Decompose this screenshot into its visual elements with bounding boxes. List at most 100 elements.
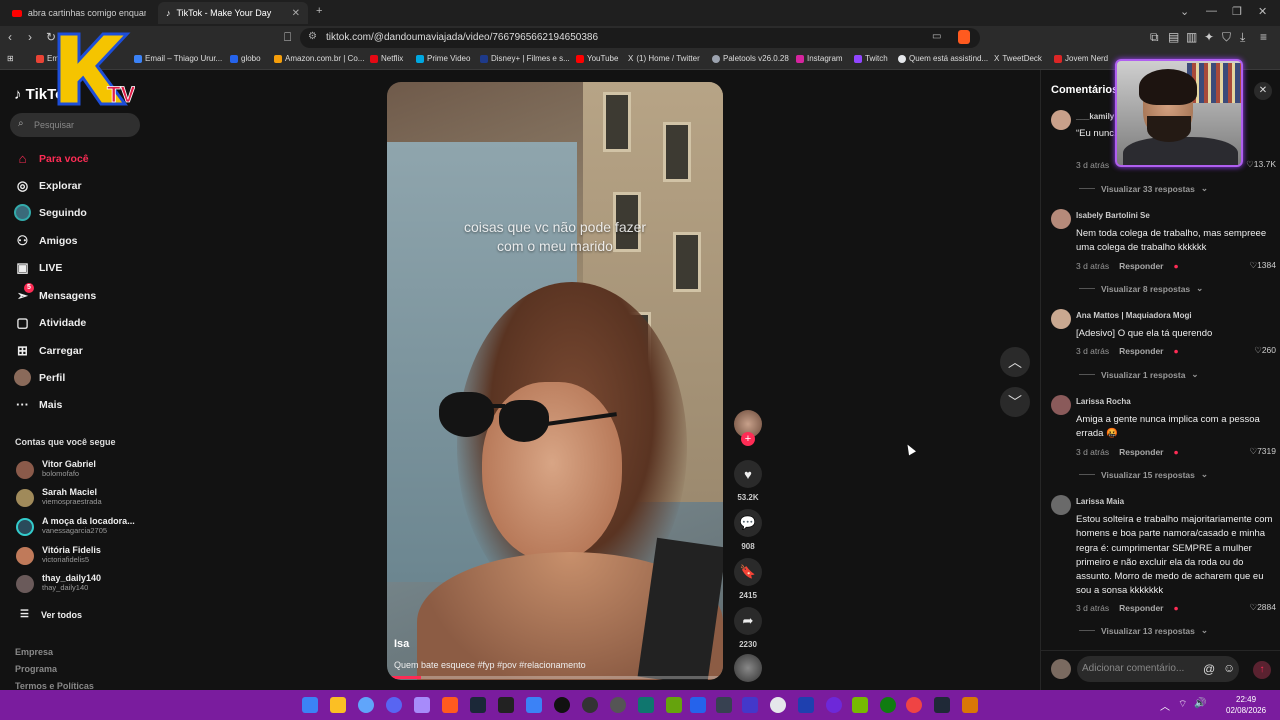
- close-comments-button[interactable]: ✕: [1254, 82, 1272, 100]
- tab-search-icon[interactable]: ⌄: [1180, 5, 1189, 18]
- reply-button[interactable]: Responder: [1119, 346, 1163, 356]
- following-account[interactable]: Sarah Maciel viemospraestrada: [16, 487, 102, 507]
- browser-tab-tiktok[interactable]: ♪ TikTok - Make Your Day ✕: [158, 2, 308, 24]
- avatar[interactable]: [1051, 309, 1071, 329]
- comment-like-button[interactable]: ♡13.7K: [1246, 159, 1276, 170]
- following-account[interactable]: thay_daily140 thay_daily140: [16, 573, 101, 593]
- address-bar[interactable]: ⚙ tiktok.com/@dandoumaviajada/video/7667…: [300, 28, 980, 48]
- discord-icon[interactable]: [386, 697, 402, 713]
- view-replies-button[interactable]: Visualizar 1 resposta ⌄: [1079, 369, 1199, 380]
- bookmark-twitter[interactable]: X (1) Home / Twitter: [628, 54, 700, 63]
- avatar[interactable]: [1051, 110, 1071, 130]
- nav-activity[interactable]: ▢ Atividade: [14, 314, 86, 331]
- nav-profile[interactable]: Perfil: [14, 369, 65, 386]
- wallet-icon[interactable]: ▥: [1186, 30, 1197, 44]
- app-icon[interactable]: [358, 697, 374, 713]
- following-account[interactable]: Vitor Gabriel bolomofafo: [16, 459, 96, 479]
- app-icon[interactable]: [742, 697, 758, 713]
- follow-button[interactable]: +: [741, 432, 755, 446]
- bookmark-amazon[interactable]: Amazon.com.br | Co...: [274, 54, 364, 63]
- following-account[interactable]: Vitória Fidelis victoriafidelis5: [16, 545, 101, 565]
- back-icon[interactable]: ‹: [8, 30, 12, 44]
- brave-icon[interactable]: [442, 697, 458, 713]
- app-icon[interactable]: [690, 697, 706, 713]
- app-icon[interactable]: [610, 697, 626, 713]
- avatar[interactable]: [1051, 395, 1071, 415]
- new-tab-button[interactable]: +: [316, 5, 322, 17]
- reply-button[interactable]: Responder: [1119, 447, 1163, 457]
- app-icon[interactable]: [638, 697, 654, 713]
- following-account[interactable]: A moça da locadora... vanessagarcia2705: [16, 516, 135, 536]
- sidebar-toggle-icon[interactable]: ▤: [1168, 30, 1179, 44]
- minimize-button[interactable]: —: [1206, 5, 1217, 17]
- close-window-button[interactable]: ✕: [1258, 5, 1267, 18]
- comment-username[interactable]: Larissa Rocha: [1076, 397, 1131, 406]
- search-input[interactable]: ⌕ Pesquisar: [10, 113, 140, 137]
- volume-icon[interactable]: 🔊: [1194, 698, 1206, 709]
- brave-shield-icon[interactable]: [958, 30, 970, 44]
- maximize-button[interactable]: ❐: [1232, 5, 1242, 18]
- steam-icon[interactable]: [470, 697, 486, 713]
- apps-icon[interactable]: ⊞: [7, 54, 14, 63]
- next-video-button[interactable]: ﹀: [1000, 387, 1030, 417]
- share-button[interactable]: ➦ 2230: [734, 607, 762, 649]
- taskbar-clock[interactable]: 22:49 02/08/2026: [1226, 694, 1266, 716]
- wifi-icon[interactable]: ⌔: [1178, 698, 1187, 711]
- footer-link-program[interactable]: Programa: [15, 664, 57, 674]
- bookmark-netflix[interactable]: Netflix: [370, 54, 403, 63]
- view-replies-button[interactable]: Visualizar 15 respostas ⌄: [1079, 469, 1208, 480]
- video-player[interactable]: coisas que vc não pode fazer com o meu m…: [387, 82, 723, 680]
- app-icon[interactable]: [498, 697, 514, 713]
- bookmark-jovem-nerd[interactable]: Jovem Nerd: [1054, 54, 1108, 63]
- app-icon[interactable]: [716, 697, 732, 713]
- bookmark-twitch[interactable]: Twitch: [854, 54, 888, 63]
- leo-icon[interactable]: ✦: [1204, 30, 1214, 44]
- see-all-link[interactable]: ☰ Ver todos: [16, 606, 82, 623]
- nav-upload[interactable]: ⊞ Carregar: [14, 342, 83, 359]
- tray-arrow-icon[interactable]: ︿: [1160, 698, 1170, 713]
- browser-tab-youtube[interactable]: abra cartinhas comigo enquanto con: [4, 2, 154, 24]
- mention-icon[interactable]: @: [1203, 662, 1215, 676]
- view-replies-button[interactable]: Visualizar 13 respostas ⌄: [1079, 625, 1208, 636]
- bookmark-youtube[interactable]: YouTube: [576, 54, 618, 63]
- bookmark-globo[interactable]: globo: [230, 54, 261, 63]
- app-icon[interactable]: [826, 697, 842, 713]
- app-icon[interactable]: [770, 697, 786, 713]
- comment-like-button[interactable]: ♡2884: [1249, 602, 1276, 613]
- reply-button[interactable]: Responder: [1119, 261, 1163, 271]
- bookmark-prime-video[interactable]: Prime Video: [416, 54, 470, 63]
- nvidia-icon[interactable]: [852, 697, 868, 713]
- emoji-icon[interactable]: ☺: [1223, 661, 1235, 675]
- app-icon[interactable]: [414, 697, 430, 713]
- nav-more[interactable]: ··· Mais: [14, 396, 62, 413]
- comment-username[interactable]: Larissa Maia: [1076, 497, 1124, 506]
- comment-like-button[interactable]: ♡1384: [1249, 260, 1276, 271]
- comment-username[interactable]: Ana Mattos | Maquiadora Mogi: [1076, 311, 1192, 320]
- extensions-icon[interactable]: ⧉: [1150, 30, 1159, 45]
- vpn-icon[interactable]: ⛉: [1222, 30, 1231, 45]
- nav-friends[interactable]: ⚇ Amigos: [14, 232, 78, 249]
- app-icon[interactable]: [526, 697, 542, 713]
- previous-video-button[interactable]: ︿: [1000, 347, 1030, 377]
- footer-link-company[interactable]: Empresa: [15, 647, 53, 657]
- like-button[interactable]: ♥ 53.2K: [734, 460, 762, 502]
- forward-icon[interactable]: ›: [28, 30, 32, 44]
- comment-username[interactable]: ___kamily: [1076, 112, 1114, 121]
- app-icon[interactable]: [554, 697, 570, 713]
- comment-like-button[interactable]: ♡260: [1254, 345, 1276, 356]
- reply-button[interactable]: Responder: [1119, 603, 1163, 613]
- nav-explore[interactable]: ◎ Explorar: [14, 177, 82, 194]
- comment-username[interactable]: Isabely Bartolini Se: [1076, 211, 1150, 220]
- comment-like-button[interactable]: ♡7319: [1249, 446, 1276, 457]
- menu-icon[interactable]: ≡: [1260, 30, 1267, 44]
- app-icon[interactable]: [934, 697, 950, 713]
- view-replies-button[interactable]: Visualizar 8 respostas ⌄: [1079, 283, 1203, 294]
- bookmark-tweetdeck[interactable]: X TweetDeck: [994, 54, 1042, 63]
- send-comment-button[interactable]: ↑: [1253, 661, 1271, 679]
- xbox-icon[interactable]: [880, 697, 896, 713]
- bookmark-paletools[interactable]: Paletools v26.0.28: [712, 54, 789, 63]
- bookmark-quem-esta-assistindo[interactable]: Quem está assistind...: [898, 54, 988, 63]
- app-icon[interactable]: [906, 697, 922, 713]
- bookmark-email[interactable]: Email – Thiago Urur...: [134, 54, 222, 63]
- view-replies-button[interactable]: Visualizar 33 respostas ⌄: [1079, 183, 1208, 194]
